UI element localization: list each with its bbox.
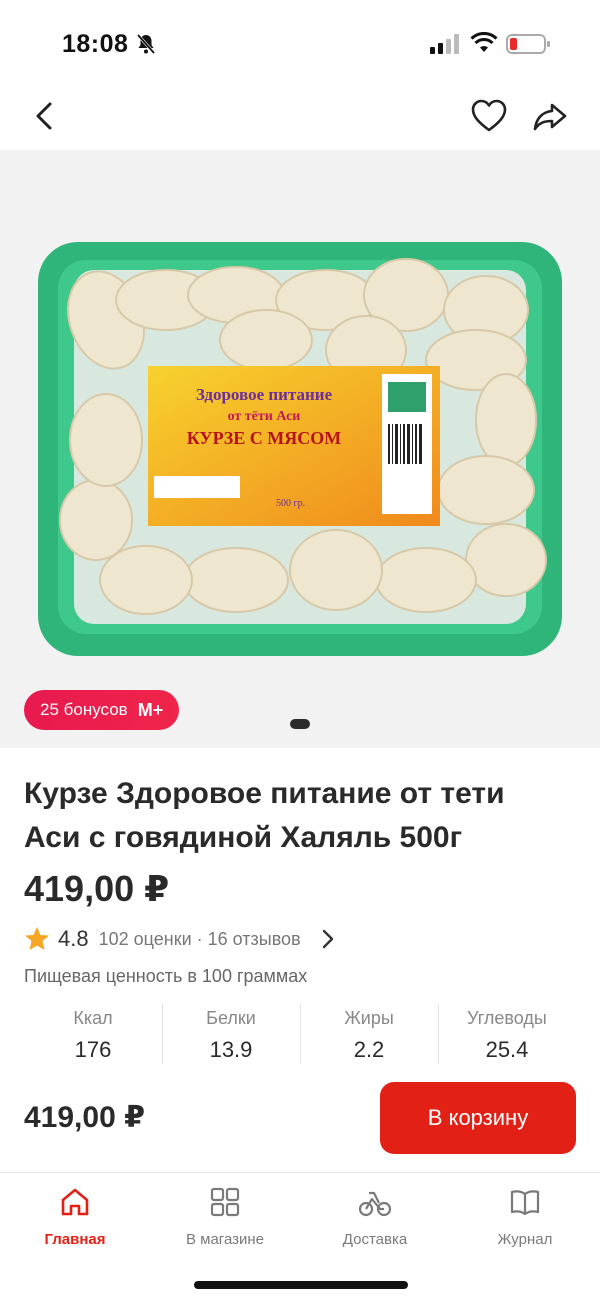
label-line1: Здоровое питание (196, 385, 333, 404)
label-line2: от тёти Аси (228, 409, 301, 424)
star-icon (25, 927, 49, 950)
share-icon[interactable] (532, 100, 568, 134)
tab-label: Главная (44, 1231, 106, 1248)
rating-meta: 102 оценки · 16 отзывов (98, 928, 301, 949)
bonus-badge[interactable]: 25 бонусов M+ (24, 690, 180, 730)
product-title: Курзе Здоровое питание от тети Аси с гов… (24, 777, 505, 854)
tab-label: Журнал (497, 1231, 553, 1248)
home-icon (61, 1188, 89, 1216)
grid-icon (210, 1187, 240, 1217)
add-to-cart-button[interactable]: В корзину (380, 1082, 576, 1154)
nutrition-label: Жиры (344, 1008, 394, 1028)
nutrition-fat: Жиры 2.2 (300, 1004, 438, 1068)
gallery-pager-dot (290, 719, 310, 729)
label-line3: КУРЗЕ С МЯСОМ (187, 428, 342, 448)
tab-label: Доставка (342, 1231, 408, 1248)
wifi-icon (470, 32, 498, 52)
chevron-right-icon[interactable] (319, 928, 337, 950)
nav-bar (0, 88, 600, 148)
tab-label: В магазине (185, 1231, 265, 1248)
bonus-text: 25 бонусов (40, 700, 128, 719)
cart-price: 419,00 ₽ (24, 1101, 145, 1134)
nutrition-value: 13.9 (209, 1037, 253, 1062)
bike-icon (358, 1191, 392, 1217)
battery-icon (506, 34, 550, 54)
tab-home[interactable]: Главная (0, 1185, 150, 1248)
status-time: 18:08 (62, 30, 129, 58)
bonus-logo: M+ (137, 699, 164, 720)
favorite-heart-icon[interactable] (470, 98, 508, 134)
bell-muted-icon (136, 34, 156, 54)
rating-value: 4.8 (58, 926, 89, 951)
rating-row[interactable]: 4.8 102 оценки · 16 отзывов (24, 922, 337, 956)
nutrition-table: Ккал 176 Белки 13.9 Жиры 2.2 Углеводы 25… (24, 1004, 576, 1068)
nutrition-label: Ккал (73, 1008, 113, 1028)
status-bar: 18:08 (0, 0, 600, 88)
nutrition-value: 25.4 (485, 1037, 529, 1062)
product-image: Здоровое питание от тёти Аси КУРЗЕ С МЯС… (38, 242, 562, 656)
tab-delivery[interactable]: Доставка (300, 1185, 450, 1248)
nutrition-title: Пищевая ценность в 100 граммах (24, 966, 308, 986)
nutrition-value: 2.2 (353, 1037, 385, 1062)
nutrition-label: Белки (206, 1008, 256, 1028)
back-icon[interactable] (30, 100, 58, 132)
nutrition-carbs: Углеводы 25.4 (438, 1004, 576, 1068)
tab-journal[interactable]: Журнал (450, 1185, 600, 1248)
product-price: 419,00 ₽ (24, 868, 170, 909)
tab-bar: Главная В магазине Доставка Журнал (0, 1172, 600, 1300)
nutrition-label: Углеводы (467, 1008, 547, 1028)
signal-icon (430, 34, 459, 54)
home-indicator (194, 1281, 408, 1289)
nutrition-value: 176 (74, 1037, 112, 1062)
nutrition-kcal: Ккал 176 (24, 1004, 162, 1068)
nutrition-protein: Белки 13.9 (162, 1004, 300, 1068)
product-gallery[interactable]: Здоровое питание от тёти Аси КУРЗЕ С МЯС… (0, 150, 600, 748)
label-weight: 500 гр. (276, 498, 305, 509)
tab-in-store[interactable]: В магазине (150, 1185, 300, 1248)
book-icon (510, 1190, 540, 1216)
